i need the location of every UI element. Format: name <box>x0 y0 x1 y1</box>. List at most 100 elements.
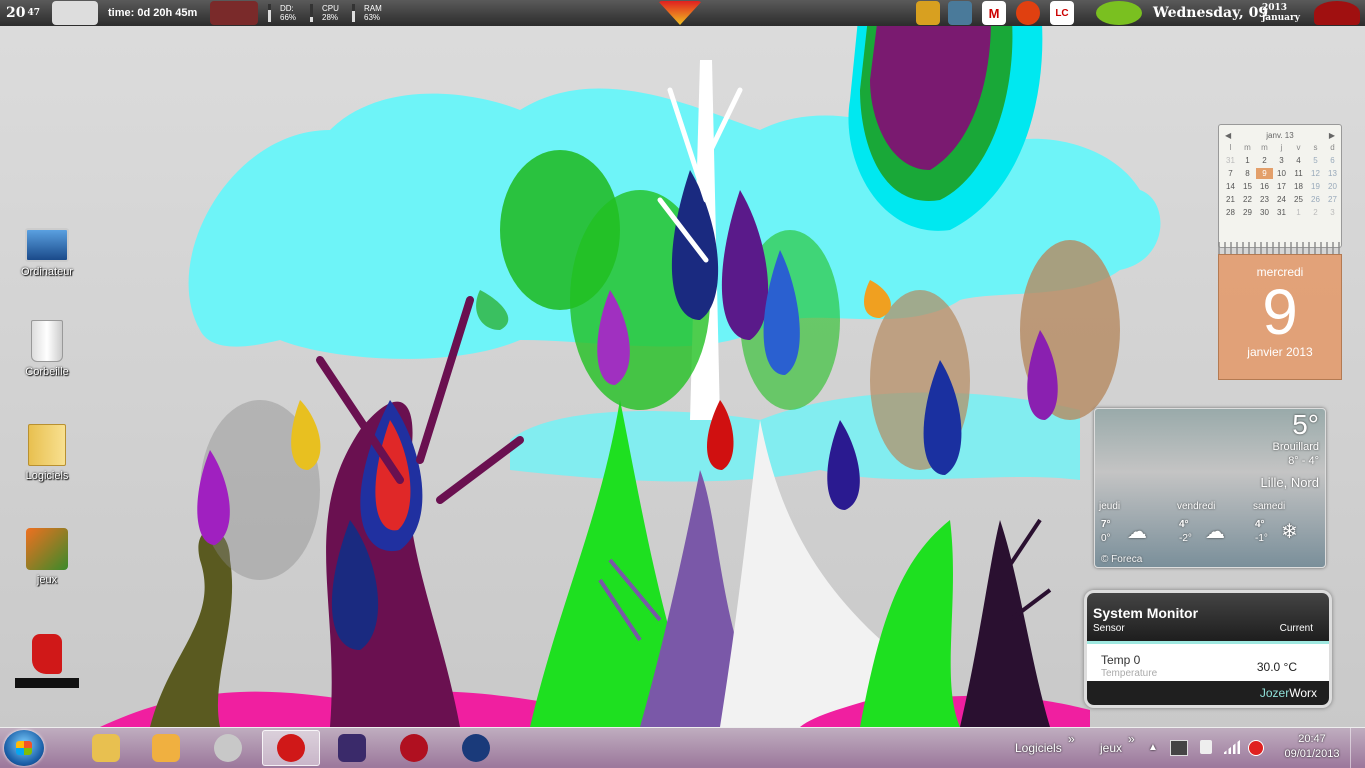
calendar-day-cell[interactable]: 2 <box>1256 155 1273 166</box>
desktop-icon-boot-shortcut[interactable] <box>15 634 79 688</box>
start-button[interactable] <box>4 730 44 766</box>
taskbar-time: 20:47 <box>1298 733 1326 745</box>
calendar-day-cell[interactable]: 4 <box>1290 155 1307 166</box>
calendar-month-year: janvier 2013 <box>1247 345 1313 359</box>
calendar-day-cell[interactable]: 10 <box>1273 168 1290 179</box>
calendar-day-cell[interactable]: 9 <box>1256 168 1273 179</box>
chevron-right-icon[interactable]: » <box>1128 732 1135 746</box>
mascot-animals-icon <box>52 1 98 25</box>
taskbar-game-button[interactable] <box>326 730 378 766</box>
taskbar-clock[interactable]: 20:47 09/01/2013 <box>1282 732 1342 762</box>
calendar-day-cell[interactable]: 20 <box>1324 181 1341 192</box>
calendar-day-cell[interactable]: 28 <box>1222 207 1239 218</box>
desktop-icon-jeux[interactable]: jeux <box>15 528 79 586</box>
calendar-next-icon[interactable]: ▶ <box>1329 131 1335 140</box>
potion-icon <box>400 734 428 762</box>
tray-expand-icon[interactable]: ▲ <box>1148 742 1158 753</box>
calendar-day-cell[interactable]: 12 <box>1307 168 1324 179</box>
weather-gadget[interactable]: 5° Brouillard 8° - 4° Lille, Nord jeudi … <box>1094 408 1326 568</box>
calendar-day-cell[interactable]: 3 <box>1324 207 1341 218</box>
brand-part-b: Worx <box>1289 686 1317 700</box>
calendar-day-cell[interactable]: 5 <box>1307 155 1324 166</box>
calendar-gadget[interactable]: ◀ janv. 13 ▶ l m m j v s d 31 1 2 3 4 5 6 7 8 9 10 11 12 13 1… <box>1218 124 1342 380</box>
calendar-prev-icon[interactable]: ◀ <box>1225 131 1231 140</box>
opera-icon <box>277 734 305 762</box>
calendar-day-cell[interactable]: 18 <box>1290 181 1307 192</box>
calendar-day-cell[interactable]: 27 <box>1324 194 1341 205</box>
calendar-day-cell[interactable]: 23 <box>1256 194 1273 205</box>
cpu-meter-label: CPU <box>322 4 339 13</box>
calendar-day-cell[interactable]: 24 <box>1273 194 1290 205</box>
desktop-icon-logiciels[interactable]: Logiciels <box>15 424 79 482</box>
network-signal-icon[interactable] <box>1222 740 1240 754</box>
calendar-day-cell[interactable]: 25 <box>1290 194 1307 205</box>
mail-icon <box>152 734 180 762</box>
games-icon <box>26 528 68 570</box>
desktop-icon-corbeille[interactable]: Corbeille <box>15 320 79 378</box>
toolbar-jeux[interactable]: jeux <box>1100 741 1122 755</box>
tree-app-icon[interactable] <box>948 1 972 25</box>
calendar-day-cell[interactable]: 2 <box>1307 207 1324 218</box>
calendar-day-cell[interactable]: 26 <box>1307 194 1324 205</box>
weather-credit[interactable]: © Foreca <box>1101 554 1142 565</box>
calendar-day-cell[interactable]: 1 <box>1239 155 1256 166</box>
calendar-day-cell[interactable]: 21 <box>1222 194 1239 205</box>
calendar-day-cell[interactable]: 11 <box>1290 168 1307 179</box>
tray-monitor-icon[interactable] <box>1170 740 1188 756</box>
cpu-meter-bar <box>310 4 313 22</box>
disk-meter-bar <box>268 4 271 22</box>
taskbar-opera-button[interactable] <box>262 730 320 766</box>
calendar-day-cell[interactable]: 31 <box>1222 155 1239 166</box>
desktop-icon-ordinateur[interactable]: Ordinateur <box>15 222 79 278</box>
taskbar-crown-button[interactable] <box>450 730 502 766</box>
taskbar-potion-button[interactable] <box>388 730 440 766</box>
topbar-clock: 20 47 <box>6 0 40 26</box>
calendar-day-cell[interactable]: 30 <box>1256 207 1273 218</box>
calendar-day-cell[interactable]: 29 <box>1239 207 1256 218</box>
chevron-right-icon[interactable]: » <box>1068 732 1075 746</box>
calendar-day-cell[interactable]: 31 <box>1273 207 1290 218</box>
taskbar-chrome-button[interactable] <box>202 730 254 766</box>
disk-meter: DD: 66% <box>268 0 308 26</box>
calendar-day-cell[interactable]: 19 <box>1307 181 1324 192</box>
taskbar-explorer-button[interactable] <box>80 730 132 766</box>
explorer-icon <box>92 734 120 762</box>
tray-device-icon[interactable] <box>1200 740 1212 754</box>
calendar-day-cell[interactable]: 13 <box>1324 168 1341 179</box>
calendar-day-cell[interactable]: 8 <box>1239 168 1256 179</box>
calendar-day-cell[interactable]: 14 <box>1222 181 1239 192</box>
lc-app-icon[interactable]: LC <box>1050 1 1074 25</box>
calendar-day-cell[interactable]: 22 <box>1239 194 1256 205</box>
superman-logo-icon[interactable] <box>658 1 702 25</box>
taskbar: Logiciels » jeux » ▲ 20:47 09/01/2013 <box>0 727 1365 768</box>
forecast-low: -1° <box>1255 533 1268 544</box>
system-monitor-gadget[interactable]: System Monitor Sensor Current Temp 0 Tem… <box>1084 590 1332 708</box>
calendar-day-view: mercredi 9 janvier 2013 <box>1218 254 1342 380</box>
security-shield-icon[interactable] <box>916 1 940 25</box>
calendar-month-view: ◀ janv. 13 ▶ l m m j v s d 31 1 2 3 4 5 6 7 8 9 10 11 12 13 1… <box>1218 124 1342 248</box>
weather-location: Lille, Nord <box>1260 475 1319 490</box>
clock-seconds: 47 <box>27 8 41 18</box>
clock-hour: 20 <box>6 5 26 21</box>
show-desktop-button[interactable] <box>1350 728 1365 768</box>
calendar-day-cell[interactable]: 7 <box>1222 168 1239 179</box>
m-app-icon[interactable]: M <box>982 1 1006 25</box>
calendar-day-cell[interactable]: 3 <box>1273 155 1290 166</box>
toolbar-logiciels[interactable]: Logiciels <box>1015 741 1062 755</box>
sysmon-sensor-row[interactable]: Temp 0 Temperature 30.0 °C <box>1087 644 1329 682</box>
chrome-icon <box>214 734 242 762</box>
topbar-date-small: 2013 january <box>1262 0 1300 26</box>
calendar-day-cell[interactable]: 15 <box>1239 181 1256 192</box>
calendar-day-cell[interactable]: 16 <box>1256 181 1273 192</box>
taskbar-mail-button[interactable] <box>140 730 192 766</box>
calendar-month-label: janv. 13 <box>1266 131 1294 140</box>
firefox-icon[interactable] <box>1016 1 1040 25</box>
forecast-day-name: samedi <box>1253 501 1286 512</box>
calendar-day-cell[interactable]: 17 <box>1273 181 1290 192</box>
volume-muted-icon[interactable] <box>1248 740 1264 756</box>
calendar-grid: l m m j v s d 31 1 2 3 4 5 6 7 8 9 10 11 12 13 14 15 16 17 18 19 20… <box>1222 142 1341 218</box>
calendar-day-cell[interactable]: 1 <box>1290 207 1307 218</box>
forecast-high: 4° <box>1179 519 1189 530</box>
calendar-day-cell[interactable]: 6 <box>1324 155 1341 166</box>
calendar-dow: d <box>1330 143 1335 152</box>
